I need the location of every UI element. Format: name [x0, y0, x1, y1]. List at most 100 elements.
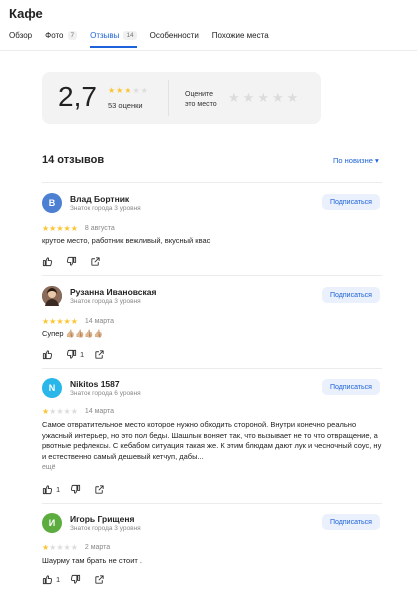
review-text: Самое отвратительное место которое нужно… — [42, 420, 382, 461]
review-stars: ★★★★★ — [42, 317, 78, 326]
share-icon — [95, 350, 104, 359]
thumbs-down-icon — [71, 484, 81, 494]
like-button[interactable] — [42, 256, 56, 267]
thumbs-down-icon — [71, 574, 81, 584]
star-icon: ★ — [63, 407, 71, 416]
author-level: Знаток города 3 уровня — [70, 525, 141, 532]
subscribe-button[interactable]: Подписаться — [322, 287, 380, 303]
review-author[interactable]: Игорь Грищеня — [70, 514, 134, 524]
review-rating: ★★★★★ 2 марта — [42, 543, 110, 552]
rate-prompt-line: это место — [185, 101, 217, 108]
review-author[interactable]: Влад Бортник — [70, 194, 129, 204]
share-icon — [95, 485, 104, 494]
review-actions — [42, 256, 101, 267]
star-icon: ★ — [56, 407, 64, 416]
like-button[interactable]: 1 — [42, 484, 60, 495]
share-button[interactable] — [90, 256, 101, 267]
star-icon[interactable]: ★ — [228, 91, 240, 104]
star-icon: ★ — [63, 224, 71, 233]
review-actions: 1 — [42, 349, 105, 360]
tab-label: Фото — [45, 31, 64, 40]
star-icon: ★ — [124, 86, 132, 95]
star-icon: ★ — [56, 317, 64, 326]
tab-photos[interactable]: Фото 7 — [45, 31, 78, 48]
review-text: Шаурму там брать не стоит . — [42, 556, 142, 565]
dislike-button[interactable] — [70, 484, 84, 495]
page-title: Кафе — [9, 6, 43, 21]
share-icon — [95, 575, 104, 584]
avatar[interactable]: В — [42, 193, 62, 213]
star-icon[interactable]: ★ — [257, 91, 269, 104]
tab-features[interactable]: Особенности — [150, 31, 199, 48]
share-button[interactable] — [94, 349, 105, 360]
tab-label: Особенности — [149, 31, 199, 40]
like-count: 1 — [56, 575, 61, 584]
tabs-divider — [0, 50, 417, 51]
star-icon: ★ — [140, 86, 148, 95]
rating-summary: 2,7 ★ ★ ★ ★ ★ 53 оценки Оцените это место ★ … — [42, 72, 321, 124]
avatar-photo — [42, 286, 62, 306]
review-date: 2 марта — [84, 544, 111, 551]
dislike-button[interactable] — [70, 574, 84, 585]
tab-bar: Обзор Фото 7 Отзывы 14 Особенности Похож… — [9, 31, 269, 48]
review-text: крутое место, работник вежливый, вкусный… — [42, 236, 211, 245]
tab-count-badge: 7 — [67, 31, 78, 40]
review-author[interactable]: Рузанна Ивановская — [70, 287, 156, 297]
share-button[interactable] — [94, 484, 105, 495]
star-icon[interactable]: ★ — [287, 91, 299, 104]
read-more-link[interactable]: ещё — [42, 464, 56, 471]
review-actions: 1 — [42, 574, 105, 585]
share-icon — [91, 257, 100, 266]
tab-overview[interactable]: Обзор — [9, 31, 32, 48]
tab-count-badge: 14 — [123, 31, 137, 40]
star-icon: ★ — [70, 317, 78, 326]
reviews-heading: 14 отзывов — [42, 154, 105, 166]
sort-dropdown[interactable]: По новизне ▾ — [333, 156, 379, 165]
tab-similar-places[interactable]: Похожие места — [212, 31, 269, 48]
review-actions: 1 — [42, 484, 105, 495]
review-text: Супер 👍🏼👍🏼👍🏼👍🏼 — [42, 329, 104, 338]
thumbs-up-icon — [42, 485, 53, 495]
star-icon: ★ — [108, 86, 116, 95]
star-icon: ★ — [70, 543, 78, 552]
avatar[interactable] — [42, 286, 62, 306]
star-icon: ★ — [70, 224, 78, 233]
review-author[interactable]: Nikitos 1587 — [70, 379, 120, 389]
rating-stars: ★ ★ ★ ★ ★ — [108, 86, 148, 95]
avatar[interactable]: N — [42, 378, 62, 398]
review-rating: ★★★★★ 14 марта — [42, 317, 114, 326]
review-rating: ★★★★★ 8 августа — [42, 224, 115, 233]
star-icon: ★ — [132, 86, 140, 95]
dislike-button[interactable] — [66, 256, 80, 267]
author-level: Знаток города 3 уровня — [70, 205, 141, 212]
subscribe-button[interactable]: Подписаться — [322, 514, 380, 530]
review-date: 8 августа — [84, 225, 115, 232]
tab-label: Отзывы — [90, 31, 120, 40]
thumbs-down-icon — [66, 349, 77, 359]
star-icon: ★ — [56, 543, 64, 552]
star-icon: ★ — [70, 407, 78, 416]
like-button[interactable] — [42, 349, 56, 360]
star-icon: ★ — [63, 317, 71, 326]
rating-score: 2,7 — [58, 81, 97, 112]
like-button[interactable]: 1 — [42, 574, 60, 585]
author-level: Знаток города 6 уровня — [70, 390, 141, 397]
tab-reviews[interactable]: Отзывы 14 — [90, 31, 137, 48]
dislike-button[interactable]: 1 — [66, 349, 84, 360]
review-date: 14 марта — [84, 408, 115, 415]
rate-prompt-line: Оцените — [185, 91, 214, 98]
review-rating: ★★★★★ 14 марта — [42, 407, 114, 416]
star-icon: ★ — [116, 86, 124, 95]
avatar[interactable]: И — [42, 513, 62, 533]
review-stars: ★★★★★ — [42, 224, 78, 233]
like-count: 1 — [56, 485, 61, 494]
star-icon[interactable]: ★ — [243, 91, 255, 104]
subscribe-button[interactable]: Подписаться — [322, 379, 380, 395]
star-icon: ★ — [56, 224, 64, 233]
rating-divider — [168, 80, 169, 116]
star-icon[interactable]: ★ — [272, 91, 284, 104]
subscribe-button[interactable]: Подписаться — [322, 194, 380, 210]
share-button[interactable] — [94, 574, 105, 585]
divider — [42, 503, 382, 504]
review-stars: ★★★★★ — [42, 543, 78, 552]
